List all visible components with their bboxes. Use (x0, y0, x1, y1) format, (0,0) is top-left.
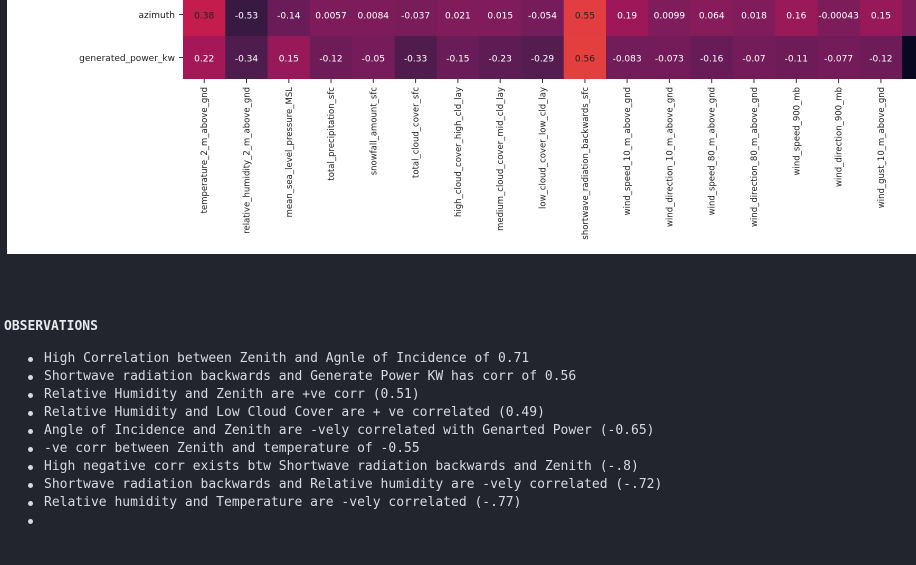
observation-item: Relative Humidity and Low Cloud Cover ar… (26, 404, 909, 422)
observation-item: High negative corr exists btw Shortwave … (26, 458, 909, 476)
observation-item: Relative Humidity and Zenith are +ve cor… (26, 386, 909, 404)
cell-value-label: 0.064 (699, 12, 725, 22)
cell-value-label: 0.018 (741, 12, 767, 22)
cell-value-label: -0.05 (362, 55, 385, 65)
column-label: wind_speed_10_m_above_gnd (623, 87, 633, 215)
cell-value-label: -0.054 (528, 12, 557, 22)
cell-value-label: 0.0057 (315, 12, 347, 22)
observation-item: Shortwave radiation backwards and Genera… (26, 368, 909, 386)
observations-section: OBSERVATIONS High Correlation between Ze… (4, 318, 909, 524)
cell-value-label: 0.0084 (358, 12, 390, 22)
column-label: shortwave_radiation_backwards_sfc (581, 87, 591, 240)
cell-value-label: -0.073 (655, 55, 684, 65)
cell-value-label: -0.12 (869, 55, 892, 65)
cell-value-label: -0.11 (785, 55, 808, 65)
column-label: medium_cloud_cover_mid_cld_lay (496, 87, 506, 231)
correlation-heatmap: 0.38 -0.53 -0.14 0.0057 0.0084 -0.037 0.021 0.0… (79, 0, 916, 240)
cell-value-label: -0.16 (700, 55, 724, 65)
observation-item: High Correlation between Zenith and Agnl… (26, 350, 909, 368)
column-label: high_cloud_cover_high_cld_lay (454, 87, 464, 217)
row-label: azimuth (139, 11, 175, 21)
heatmap-cell-clipped (902, 36, 916, 79)
observation-item: Relative humidity and Temperature are -v… (26, 494, 909, 512)
column-label: mean_sea_level_pressure_MSL (285, 87, 295, 218)
cell-value-label: -0.29 (531, 55, 555, 65)
cell-value-label: 0.22 (194, 55, 214, 65)
column-label: temperature_2_m_above_gnd (200, 87, 210, 213)
heatmap-cell-clipped (902, 0, 916, 36)
column-label: total_cloud_cover_sfc (412, 87, 422, 178)
column-label: wind_gust_10_m_above_gnd (877, 87, 887, 208)
cell-value-label: -0.53 (235, 12, 258, 22)
observations-list: High Correlation between Zenith and Agnl… (4, 350, 909, 524)
cell-value-label: 0.56 (575, 55, 595, 65)
cell-value-label: -0.07 (742, 55, 765, 65)
cell-value-label: -0.12 (319, 55, 342, 65)
cell-value-label: -0.083 (613, 55, 642, 65)
column-label: wind_direction_900_mb (835, 87, 845, 187)
observation-item: -ve corr between Zenith and temperature … (26, 440, 909, 458)
cell-value-label: 0.15 (279, 55, 299, 65)
column-label: wind_direction_80_m_above_gnd (750, 87, 760, 227)
cell-value-label: 0.15 (871, 12, 891, 22)
cell-value-label: -0.14 (277, 12, 301, 22)
column-label: wind_direction_10_m_above_gnd (665, 87, 675, 227)
column-label: wind_speed_80_m_above_gnd (708, 87, 718, 215)
column-label: total_precipitation_sfc (327, 87, 337, 181)
cell-value-label: 0.38 (194, 12, 214, 22)
column-label: wind_speed_900_mb (792, 87, 802, 175)
cell-value-label: -0.077 (824, 55, 853, 65)
column-label: snowfall_amount_sfc (369, 87, 379, 176)
cell-value-label: -0.037 (401, 12, 430, 22)
cell-value-label: 0.55 (575, 12, 595, 22)
observations-title: OBSERVATIONS (4, 319, 98, 334)
cell-value-label: -0.33 (404, 55, 427, 65)
row-label: generated_power_kw (79, 54, 175, 64)
cell-value-label: 0.021 (445, 12, 471, 22)
cell-value-label: 0.015 (487, 12, 513, 22)
cell-value-label: -0.15 (446, 55, 469, 65)
cell-value-label: -0.34 (235, 55, 259, 65)
observation-item: Angle of Incidence and Zenith are -vely … (26, 422, 909, 440)
cell-value-label: 0.0099 (654, 12, 686, 22)
cell-value-label: 0.16 (786, 12, 806, 22)
observation-item: Shortwave radiation backwards and Relati… (26, 476, 909, 494)
column-label: low_cloud_cover_low_cld_lay (539, 87, 549, 209)
cell-value-label: -0.00043 (818, 12, 858, 22)
cell-value-label: 0.19 (617, 12, 637, 22)
cell-value-label: -0.23 (489, 55, 512, 65)
column-label: relative_humidity_2_m_above_gnd (243, 87, 253, 234)
heatmap-output: 0.38 -0.53 -0.14 0.0057 0.0084 -0.037 0.021 0.0… (7, 0, 916, 254)
